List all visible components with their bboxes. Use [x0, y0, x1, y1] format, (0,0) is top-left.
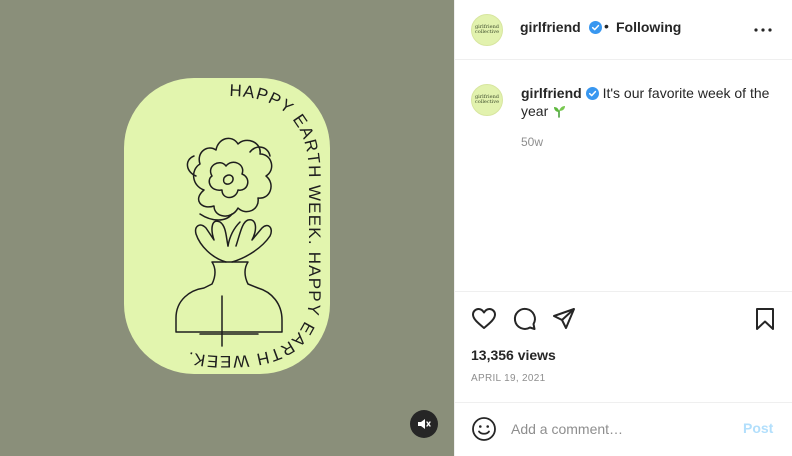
speaker-muted-icon: [418, 419, 431, 429]
bookmark-icon[interactable]: [751, 305, 779, 333]
verified-badge-icon: [585, 87, 599, 100]
smiley-icon[interactable]: [471, 416, 497, 442]
avatar-text-line2: collective: [474, 29, 500, 35]
caption-text: girlfriend It's our favorite week of the…: [521, 84, 777, 120]
username-text: girlfriend: [520, 19, 581, 35]
avatar[interactable]: girlfriend collective: [471, 14, 503, 46]
post-comment-button[interactable]: Post: [743, 420, 773, 436]
earth-week-badge: HAPPY EARTH WEEK. HAPPY EARTH WEEK.: [124, 78, 330, 374]
seedling-icon: [554, 106, 566, 118]
comment-bubble-icon[interactable]: [510, 305, 538, 333]
caption-section: girlfriend collective girlfriend It's ou…: [455, 60, 792, 292]
post-actions: 13,356 views APRIL 19, 2021: [455, 292, 792, 402]
verified-badge-icon: [588, 21, 602, 34]
following-button[interactable]: Following: [616, 19, 681, 35]
post-date: APRIL 19, 2021: [471, 373, 546, 384]
username-link[interactable]: girlfriend: [520, 19, 602, 35]
post-header: girlfriend collective girlfriend • Follo…: [455, 0, 792, 60]
post-media[interactable]: HAPPY EARTH WEEK. HAPPY EARTH WEEK.: [0, 0, 454, 456]
caption-username[interactable]: girlfriend: [521, 85, 582, 101]
post-time-ago[interactable]: 50w: [521, 135, 543, 149]
separator-dot: •: [604, 18, 609, 34]
caption-avatar[interactable]: girlfriend collective: [471, 84, 503, 116]
view-count[interactable]: 13,356 views: [471, 347, 556, 363]
paper-plane-icon[interactable]: [550, 305, 578, 333]
post-details-panel: girlfriend collective girlfriend • Follo…: [454, 0, 792, 456]
more-horizontal-icon[interactable]: [751, 18, 775, 42]
mute-toggle-button[interactable]: [410, 410, 438, 438]
comment-box: Post: [455, 402, 792, 456]
comment-input[interactable]: [511, 418, 731, 440]
avatar-text-line2: collective: [474, 99, 500, 105]
heart-icon[interactable]: [470, 305, 498, 333]
